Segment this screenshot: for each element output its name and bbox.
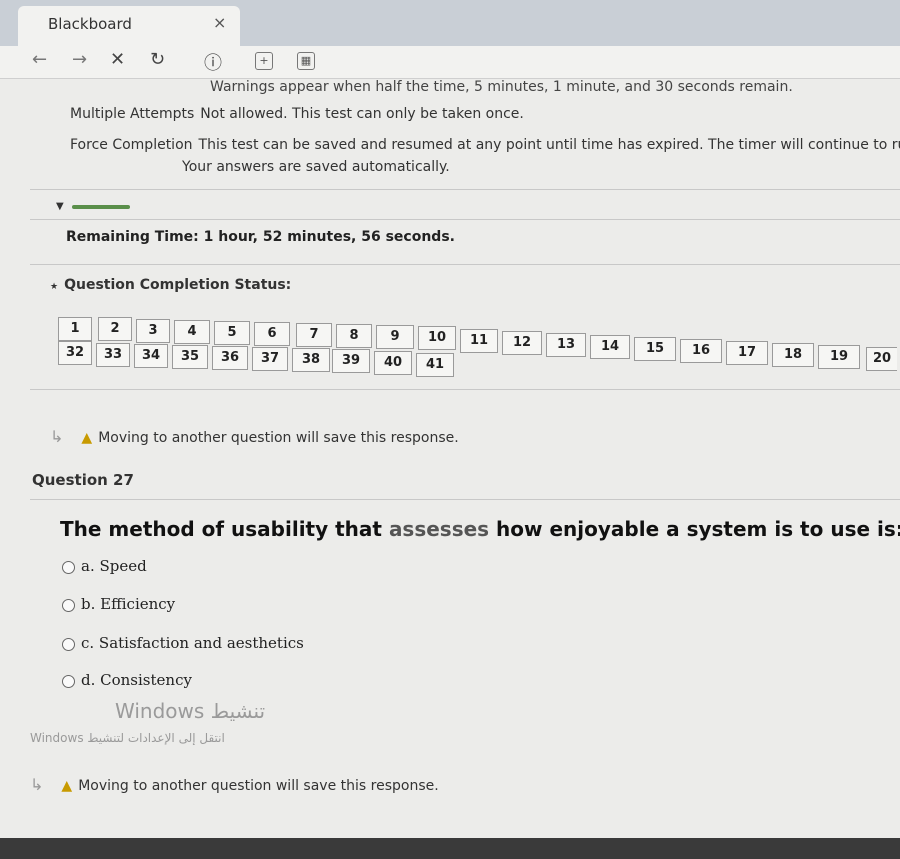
question-box-41[interactable]: 41 xyxy=(416,353,454,377)
radio-button-d[interactable] xyxy=(62,674,75,688)
browser-toolbar: ← → ✕ ↻ ⓘ + ▦ xyxy=(0,46,900,79)
question-box-36[interactable]: 36 xyxy=(212,346,248,370)
radio-button-b[interactable] xyxy=(62,598,75,612)
info-icon[interactable]: ⓘ xyxy=(204,49,222,75)
save-notice-text: Moving to another question will save thi… xyxy=(98,430,459,446)
question-box-4[interactable]: 4 xyxy=(174,320,210,344)
question-box-33[interactable]: 33 xyxy=(96,343,130,367)
back-arrow-icon[interactable]: ← xyxy=(32,49,47,70)
force-completion-row: Force Completion This test can be saved a… xyxy=(70,137,900,153)
reload-icon[interactable]: ↻ xyxy=(150,49,165,70)
warning-icon: ▲ xyxy=(61,778,73,794)
tab-bar: Blackboard × xyxy=(0,0,900,46)
question-box-39[interactable]: 39 xyxy=(332,349,370,373)
return-arrow-icon: ↳ xyxy=(30,775,44,794)
divider xyxy=(30,264,900,265)
stop-icon[interactable]: ✕ xyxy=(110,49,125,70)
question-box-13[interactable]: 13 xyxy=(546,333,586,357)
question-text: The method of usability that assesses ho… xyxy=(60,517,900,541)
question-box-3[interactable]: 3 xyxy=(136,319,170,343)
calendar-icon[interactable]: ▦ xyxy=(297,52,315,70)
option-b-label: b. Efficiency xyxy=(81,595,176,613)
divider xyxy=(30,219,900,220)
tab-blackboard[interactable]: Blackboard × xyxy=(18,6,240,46)
question-box-8[interactable]: 8 xyxy=(336,324,372,348)
question-box-16[interactable]: 16 xyxy=(680,339,722,363)
add-icon[interactable]: + xyxy=(255,52,273,70)
auto-save-text: Your answers are saved automatically. xyxy=(182,159,450,175)
completion-status-label: Question Completion Status: xyxy=(64,277,292,293)
question-text-a: The method of usability that xyxy=(60,517,389,541)
question-box-9[interactable]: 9 xyxy=(376,325,414,349)
multiple-attempts-label: Multiple Attempts xyxy=(70,106,195,122)
question-box-6[interactable]: 6 xyxy=(254,322,290,346)
save-notice-text: Moving to another question will save thi… xyxy=(78,778,439,794)
question-text-b: assesses xyxy=(388,517,490,541)
timer-progress-bar xyxy=(72,205,130,209)
question-box-1[interactable]: 1 xyxy=(58,317,92,341)
return-arrow-icon: ↳ xyxy=(50,427,64,446)
answer-option-a[interactable]: a. Speed xyxy=(62,557,147,575)
save-notice-top: ↳ ▲ Moving to another question will save t… xyxy=(50,427,459,446)
answer-option-b[interactable]: b. Efficiency xyxy=(62,595,175,613)
question-box-20[interactable]: 20 xyxy=(866,347,897,371)
question-box-38[interactable]: 38 xyxy=(292,348,330,372)
question-box-18[interactable]: 18 xyxy=(772,343,814,367)
question-box-35[interactable]: 35 xyxy=(172,345,208,369)
question-box-40[interactable]: 40 xyxy=(374,351,412,375)
activation-watermark-text: Windows انتقل إلى الإعدادات لتنشيط xyxy=(30,731,225,745)
warnings-text: Warnings appear when half the time, 5 mi… xyxy=(210,79,793,95)
force-completion-text: This test can be saved and resumed at an… xyxy=(198,137,900,153)
answer-option-c[interactable]: c. Satisfaction and aesthetics xyxy=(62,634,304,652)
question-box-17[interactable]: 17 xyxy=(726,341,768,365)
question-text-c: how enjoyable a system is to use is: xyxy=(489,517,900,541)
force-completion-label: Force Completion xyxy=(70,137,193,153)
answer-option-d[interactable]: d. Consistency xyxy=(62,671,192,689)
warning-icon: ▲ xyxy=(81,430,93,446)
browser-window: Blackboard × ← → ✕ ↻ ⓘ + ▦ Warnings appe… xyxy=(0,0,900,859)
question-box-5[interactable]: 5 xyxy=(214,321,250,345)
radio-button-c[interactable] xyxy=(62,637,75,651)
question-box-2[interactable]: 2 xyxy=(98,317,132,341)
multiple-attempts-text: Not allowed. This test can only be taken… xyxy=(200,106,524,122)
question-box-32[interactable]: 32 xyxy=(58,341,92,365)
question-box-15[interactable]: 15 xyxy=(634,337,676,361)
divider xyxy=(30,389,900,390)
option-d-label: d. Consistency xyxy=(81,671,192,689)
tab-title: Blackboard xyxy=(48,15,132,33)
close-tab-icon[interactable]: × xyxy=(213,13,226,32)
remaining-time: Remaining Time: 1 hour, 52 minutes, 56 s… xyxy=(66,229,455,245)
question-box-37[interactable]: 37 xyxy=(252,347,288,371)
activation-watermark-title: Windows تنشيط xyxy=(115,699,266,723)
save-notice-bottom: ↳ ▲ Moving to another question will save t… xyxy=(30,775,439,794)
completion-status-title: ★ Question Completion Status: xyxy=(50,277,291,293)
divider xyxy=(30,499,900,500)
question-number: Question 27 xyxy=(32,471,134,489)
multiple-attempts-row: Multiple Attempts Not allowed. This test … xyxy=(70,106,524,122)
radio-button-a[interactable] xyxy=(62,560,75,574)
option-a-label: a. Speed xyxy=(81,557,147,575)
forward-arrow-icon[interactable]: → xyxy=(72,49,87,70)
collapse-triangle-icon[interactable]: ▼ xyxy=(56,201,64,212)
question-box-34[interactable]: 34 xyxy=(134,344,168,368)
question-box-7[interactable]: 7 xyxy=(296,323,332,347)
star-icon: ★ xyxy=(50,282,59,292)
question-box-19[interactable]: 19 xyxy=(818,345,860,369)
option-c-label: c. Satisfaction and aesthetics xyxy=(81,634,304,652)
test-content: Warnings appear when half the time, 5 mi… xyxy=(0,79,900,859)
divider xyxy=(30,189,900,190)
question-box-14[interactable]: 14 xyxy=(590,335,630,359)
question-box-12[interactable]: 12 xyxy=(502,331,542,355)
bottom-edge xyxy=(0,838,900,859)
question-box-11[interactable]: 11 xyxy=(460,329,498,353)
question-box-10[interactable]: 10 xyxy=(418,326,456,350)
